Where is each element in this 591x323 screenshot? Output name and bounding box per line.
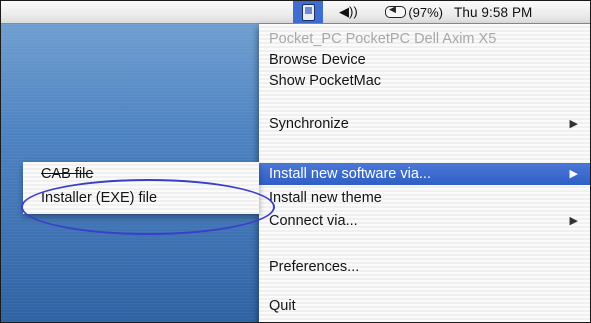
menu-item-install-software[interactable]: Install new software via... ▶ — [259, 163, 590, 185]
menu-item-label: Show PocketMac — [269, 73, 382, 89]
submenu-arrow-icon: ▶ — [569, 118, 578, 130]
menu-item-quit[interactable]: Quit — [259, 295, 590, 317]
battery-percent: (97%) — [408, 4, 443, 20]
screenshot-frame: ◀)) (97%) Thu 9:58 PM Pocket_PC PocketPC… — [0, 0, 591, 323]
menu-item-label: Preferences... — [269, 259, 360, 275]
menu-item-connect-via[interactable]: Connect via... ▶ — [259, 210, 590, 232]
battery-icon[interactable]: (97%) — [385, 3, 443, 21]
battery-shape — [385, 4, 407, 18]
pocketmac-device-icon — [301, 3, 315, 21]
device-title-label: Pocket_PC PocketPC Dell Axim X5 — [269, 31, 497, 47]
menu-item-install-theme[interactable]: Install new theme — [259, 187, 590, 209]
menu-item-show-pocketmac[interactable]: Show PocketMac — [259, 70, 590, 92]
speaker-glyph: ◀)) — [339, 4, 358, 19]
submenu-arrow-icon: ▶ — [569, 168, 578, 180]
menu-item-preferences[interactable]: Preferences... — [259, 256, 590, 278]
menu-item-label: Connect via... — [269, 213, 358, 229]
menu-item-synchronize[interactable]: Synchronize ▶ — [259, 113, 590, 135]
menu-device-title: Pocket_PC PocketPC Dell Axim X5 — [259, 28, 590, 50]
menu-item-label: Synchronize — [269, 116, 349, 132]
menu-item-label: Install new theme — [269, 190, 382, 206]
pocketmac-dropdown-menu: Pocket_PC PocketPC Dell Axim X5 Browse D… — [259, 24, 590, 322]
menu-bar: ◀)) (97%) Thu 9:58 PM — [1, 1, 590, 24]
speaker-icon[interactable]: ◀)) — [339, 3, 363, 21]
menubar-clock[interactable]: Thu 9:58 PM — [454, 3, 590, 21]
annotation-ellipse — [21, 179, 275, 235]
menu-item-label: Quit — [269, 298, 296, 314]
menu-item-label: Browse Device — [269, 52, 366, 68]
pocketmac-menu-extra[interactable] — [293, 1, 323, 23]
submenu-arrow-icon: ▶ — [569, 215, 578, 227]
menu-item-browse-device[interactable]: Browse Device — [259, 49, 590, 71]
menu-item-label: Install new software via... — [269, 166, 431, 182]
submenu-item-label: CAB file — [41, 166, 94, 182]
